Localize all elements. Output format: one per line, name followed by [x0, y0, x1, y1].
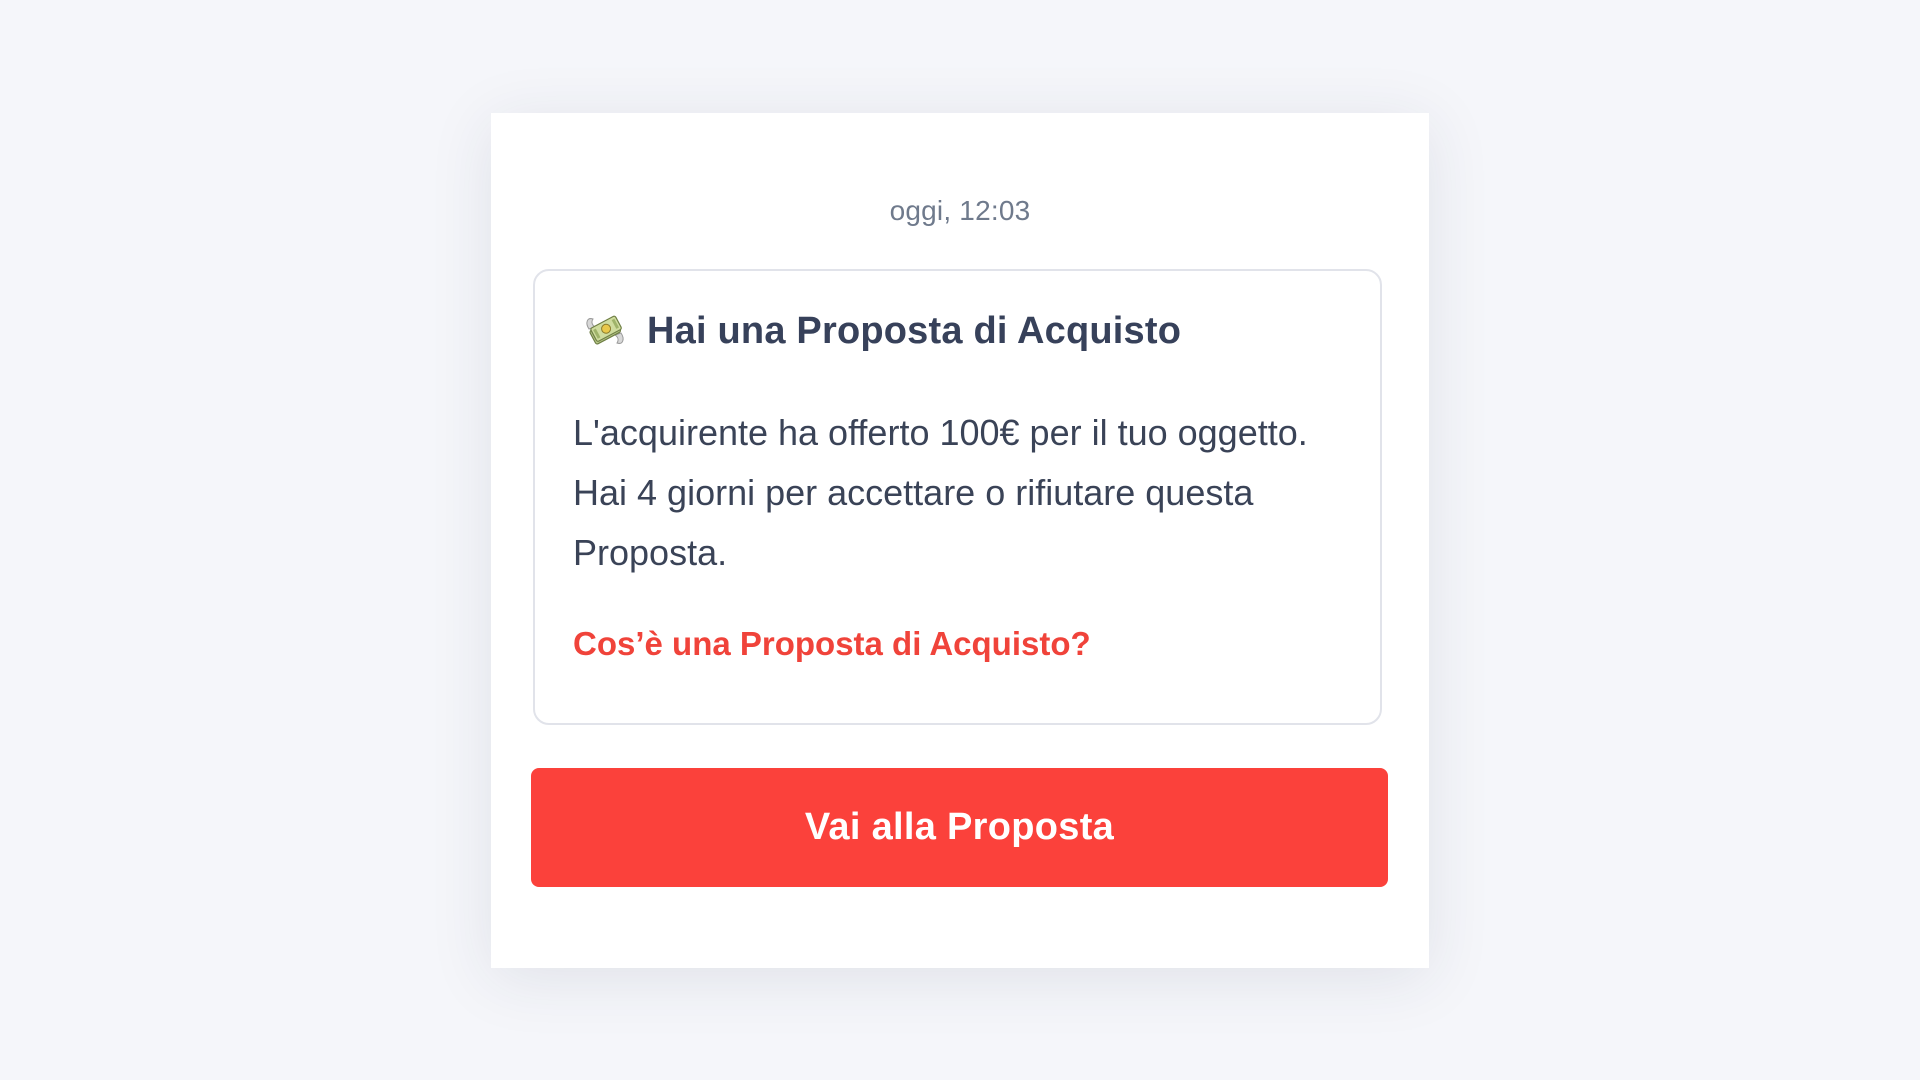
offer-card-body: L'acquirente ha offerto 100€ per il tuo …: [573, 412, 1308, 573]
page: oggi, 12:03 Hai una Proposta di Acquisto…: [0, 0, 1920, 1080]
message-timestamp: oggi, 12:03: [889, 195, 1031, 226]
offer-card-header: Hai una Proposta di Acquisto: [583, 309, 1181, 353]
offer-card-title: Hai una Proposta di Acquisto: [647, 309, 1182, 352]
what-is-offer-link[interactable]: Cos’è una Proposta di Acquisto?: [573, 625, 1091, 663]
message-panel: oggi, 12:03 Hai una Proposta di Acquisto…: [491, 113, 1429, 968]
money-with-wings-icon: [583, 309, 627, 353]
go-to-offer-button[interactable]: Vai alla Proposta: [531, 768, 1388, 887]
offer-card: Hai una Proposta di Acquisto L'acquirent…: [533, 269, 1382, 725]
